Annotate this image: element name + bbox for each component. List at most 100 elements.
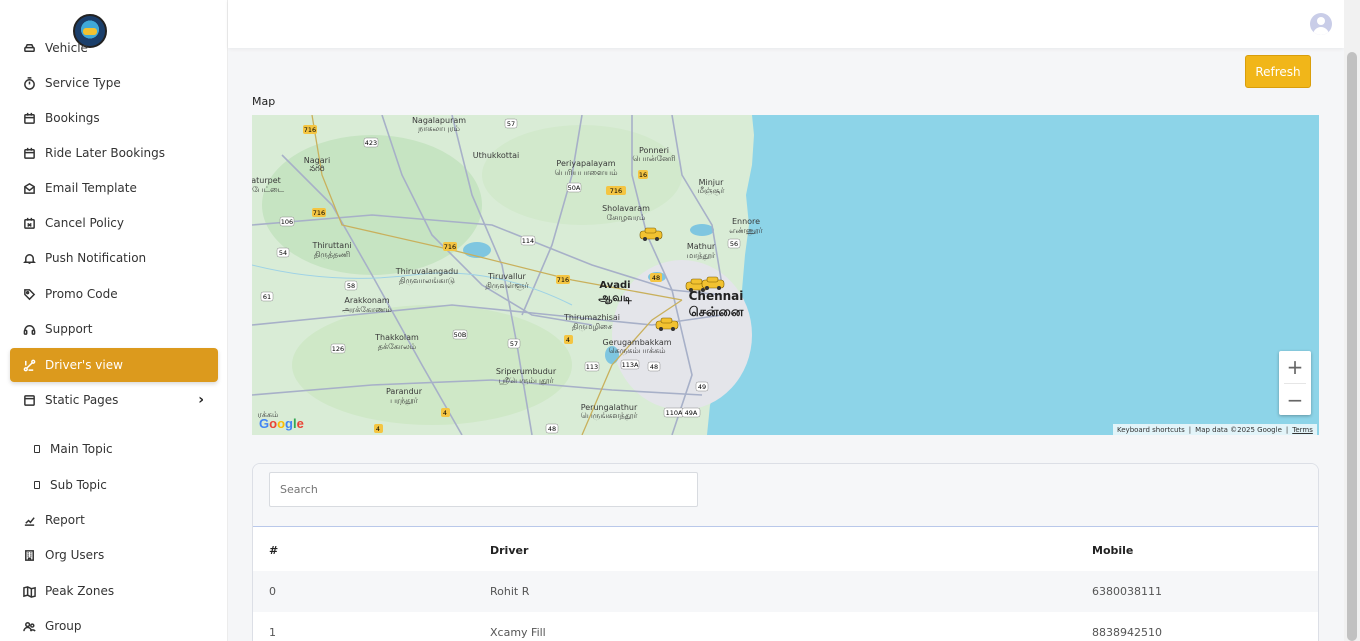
timer-icon <box>22 76 36 90</box>
refresh-button[interactable]: Refresh <box>1245 55 1311 88</box>
road-shield: 61 <box>263 293 271 301</box>
sidebar-item-sub-topic[interactable]: Sub Topic <box>24 468 214 502</box>
map-place-label: பொன்னேரி <box>632 154 676 163</box>
map-place-label: Thiruttani <box>311 241 351 250</box>
road-shield: 4 <box>443 409 447 417</box>
map-place-label: கெருகம்பாக்கம் <box>608 346 665 356</box>
sidebar-item-drivers-view[interactable]: Driver's view <box>10 348 218 382</box>
sidebar-item-peak-zones[interactable]: Peak Zones <box>10 574 218 608</box>
user-avatar-icon[interactable] <box>1310 13 1332 35</box>
cell-driver: Rohit R <box>490 585 530 598</box>
map-place-label: Ennore <box>732 217 760 226</box>
sidebar-item-push-notification[interactable]: Push Notification <box>10 241 218 275</box>
map-place-label: மாத்தூர் <box>687 251 716 261</box>
road-shield: 58 <box>347 282 355 290</box>
calendar-x-icon <box>22 216 36 230</box>
calendar-icon <box>22 146 36 160</box>
sidebar-item-main-topic[interactable]: Main Topic <box>24 432 214 466</box>
page-icon <box>22 393 36 407</box>
cell-driver: Xcamy Fill <box>490 626 546 639</box>
map-place-label: Sholavaram <box>602 204 650 213</box>
column-header-mobile: Mobile <box>1092 544 1134 557</box>
road-shield: 49A <box>685 409 698 417</box>
map-place-label: பெருங்களத்தூர் <box>581 411 639 421</box>
map-place-label: Thirumazhisai <box>563 313 620 322</box>
sidebar-item-support[interactable]: Support <box>10 312 218 346</box>
map-place-label: திருவாலங்காடு <box>399 276 455 286</box>
column-header-index: # <box>269 544 279 557</box>
sidebar-item-vehicle[interactable]: Vehicle <box>10 31 218 65</box>
sidebar-item-service-type[interactable]: Service Type <box>10 66 218 100</box>
zoom-out-button[interactable]: − <box>1279 384 1311 416</box>
road-shield: 716 <box>610 187 622 195</box>
calendar-icon <box>22 111 36 125</box>
sidebar-item-bookings[interactable]: Bookings <box>10 101 218 135</box>
terms-link[interactable]: Terms <box>1292 426 1313 434</box>
map-place-label: Avadi <box>599 280 630 291</box>
map-place-label: Thiruvalangadu <box>395 267 459 276</box>
table-row[interactable]: 1 Xcamy Fill 8838942510 <box>253 612 1318 641</box>
drivers-map[interactable]: 716 423 57 716 716 16 106 716 114 50A 56… <box>252 115 1319 435</box>
cell-index: 0 <box>269 585 276 598</box>
road-shield: 48 <box>650 363 658 371</box>
road-shield: 48 <box>548 425 556 433</box>
map-place-label: నగరి <box>309 164 324 173</box>
road-shield: 126 <box>332 345 344 353</box>
car-icon <box>22 41 36 55</box>
page-scrollbar-thumb[interactable] <box>1347 52 1357 641</box>
road-shield: 54 <box>279 249 287 257</box>
map-place-label: aturpet <box>252 176 281 185</box>
road-shield: 716 <box>557 276 569 284</box>
map-place-label: Mathur <box>687 242 716 251</box>
map-zoom-control: + − <box>1279 351 1311 415</box>
sidebar-item-group[interactable]: Group <box>10 609 218 641</box>
map-place-label: திருமழிசை <box>572 322 613 332</box>
sidebar-item-cancel-policy[interactable]: Cancel Policy <box>10 206 218 240</box>
sidebar-item-report[interactable]: Report <box>10 503 218 537</box>
map-place-label: சென்னை <box>689 305 744 320</box>
map-place-label: எண்ணூர் <box>729 226 763 236</box>
map-icon <box>22 584 36 598</box>
google-logo: Google <box>259 416 304 431</box>
sidebar-item-email-template[interactable]: Email Template <box>10 171 218 205</box>
building-icon <box>22 548 36 562</box>
keyboard-shortcuts-link[interactable]: Keyboard shortcuts <box>1117 426 1185 434</box>
headset-icon <box>22 322 36 336</box>
map-place-label: பரந்தூர் <box>390 396 419 406</box>
road-shield: 716 <box>313 209 325 217</box>
bell-icon <box>22 251 36 265</box>
road-shield: 106 <box>281 218 293 226</box>
sidebar-item-ride-later-bookings[interactable]: Ride Later Bookings <box>10 136 218 170</box>
mail-icon <box>22 181 36 195</box>
map-place-label: பெரியபாளையம் <box>554 168 617 177</box>
sidebar-item-static-pages[interactable]: Static Pages › <box>10 383 218 417</box>
road-shield: 113 <box>586 363 598 371</box>
road-shield: 114 <box>522 237 534 245</box>
square-icon <box>34 445 40 453</box>
map-place-label: Tiruvallur <box>487 272 526 281</box>
cell-mobile: 6380038111 <box>1092 585 1162 598</box>
map-attribution: Keyboard shortcuts | Map data ©2025 Goog… <box>1113 424 1317 435</box>
road-shield: 57 <box>507 120 515 128</box>
road-shield: 110A <box>666 409 683 417</box>
chart-icon <box>22 513 36 527</box>
sidebar-item-promo-code[interactable]: Promo Code <box>10 277 218 311</box>
chevron-right-icon[interactable]: › <box>198 392 204 408</box>
search-input[interactable] <box>269 472 698 507</box>
sidebar-item-org-users[interactable]: Org Users <box>10 538 218 572</box>
table-row[interactable]: 0 Rohit R 6380038111 <box>253 571 1318 612</box>
road-shield: 423 <box>365 139 377 147</box>
cell-index: 1 <box>269 626 276 639</box>
map-data-attribution: Map data ©2025 Google <box>1195 425 1282 434</box>
sidebar: Vehicle Service Type Bookings Ride Later… <box>0 0 228 641</box>
road-shield: 4 <box>566 336 570 344</box>
square-icon <box>34 481 40 489</box>
map-place-label: சோழவரம் <box>607 213 646 222</box>
map-section-title: Map <box>252 95 276 108</box>
cell-mobile: 8838942510 <box>1092 626 1162 639</box>
taxi-marker-icon[interactable] <box>639 227 663 241</box>
map-place-label: ஸ்ரீபெரும்புதூர் <box>499 376 555 386</box>
route-icon <box>22 358 36 372</box>
map-place-label: ர்பேட்டை <box>252 185 285 194</box>
zoom-in-button[interactable]: + <box>1279 351 1311 383</box>
